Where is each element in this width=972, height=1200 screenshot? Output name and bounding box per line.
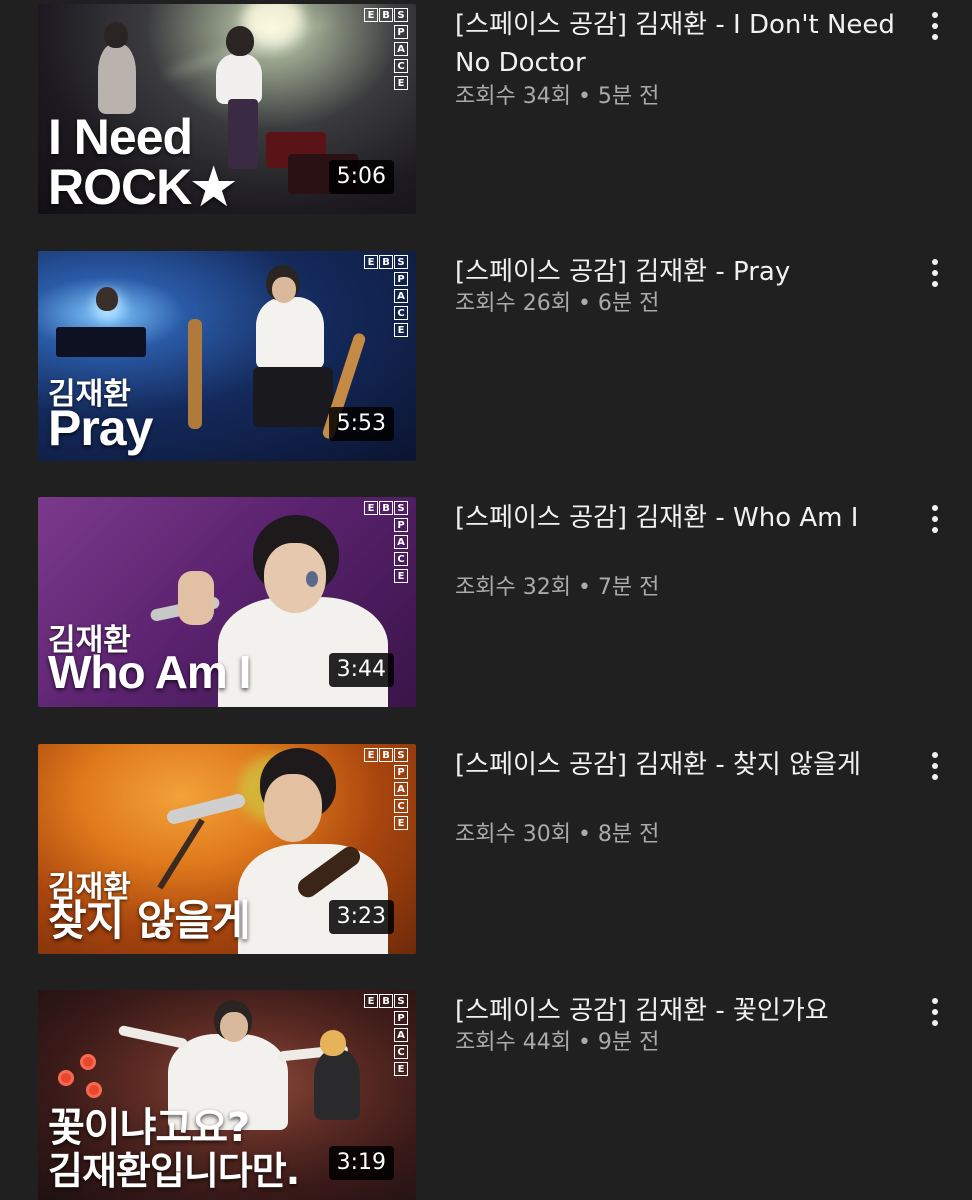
duration-badge: 3:44 bbox=[328, 653, 394, 687]
duration-badge: 3:19 bbox=[328, 1146, 394, 1180]
duration-badge: 3:23 bbox=[328, 900, 394, 934]
duration-badge: 5:06 bbox=[328, 160, 394, 194]
flower-sticker bbox=[80, 1054, 96, 1070]
video-title[interactable]: [스페이스 공감] 김재환 - 찾지 않을게 bbox=[455, 746, 895, 784]
ebs-space-logo: E B S P A C E bbox=[364, 8, 410, 90]
more-vert-icon[interactable] bbox=[922, 501, 948, 537]
ebs-space-logo: E B S P A C E bbox=[364, 994, 410, 1076]
video-meta: 조회수 34회 • 5분 전 bbox=[455, 84, 660, 109]
thumbnail-text-line1: 찾지 않을게 bbox=[48, 896, 251, 945]
video-thumbnail[interactable]: 김재환 찾지 않을게 E B S P A C E 3:23 bbox=[38, 744, 416, 954]
ebs-space-logo: E B S P A C E bbox=[364, 255, 410, 337]
thumbnail-text-line2: ROCK★ bbox=[48, 159, 236, 214]
thumbnail-text-line1: Pray bbox=[48, 400, 153, 456]
flower-sticker bbox=[58, 1070, 74, 1086]
video-meta: 조회수 26회 • 6분 전 bbox=[455, 291, 660, 316]
more-vert-icon[interactable] bbox=[922, 748, 948, 784]
thumbnail-text-line2: 김재환입니다만. bbox=[48, 1149, 300, 1193]
video-item[interactable]: 김재환 Who Am I E B S P A C E 3:44 [스페이스 공감… bbox=[0, 495, 972, 707]
video-thumbnail[interactable]: 김재환 Who Am I E B S P A C E 3:44 bbox=[38, 497, 416, 707]
more-vert-icon[interactable] bbox=[922, 255, 948, 291]
video-thumbnail[interactable]: 김재환 Pray E B S P A C E 5:53 bbox=[38, 251, 416, 461]
thumbnail-text-line1: I Need bbox=[48, 109, 193, 165]
video-meta: 조회수 44회 • 9분 전 bbox=[455, 1030, 660, 1055]
video-item[interactable]: 꽃이냐고요? 김재환입니다만. E B S P A C E 3:19 [스페이스… bbox=[0, 988, 972, 1200]
video-title[interactable]: [스페이스 공감] 김재환 - Who Am I bbox=[455, 499, 895, 537]
video-title[interactable]: [스페이스 공감] 김재환 - Pray bbox=[455, 253, 895, 291]
video-feed: I Need ROCK★ E B S P A C E 5:06 [스페이스 공감… bbox=[0, 0, 972, 1200]
thumbnail-text-line1: 꽃이냐고요? bbox=[48, 1105, 250, 1151]
duration-badge: 5:53 bbox=[328, 407, 394, 441]
video-item[interactable]: 김재환 Pray E B S P A C E 5:53 [스페이스 공감] 김재… bbox=[0, 249, 972, 461]
ebs-space-logo: E B S P A C E bbox=[364, 748, 410, 830]
video-title[interactable]: [스페이스 공감] 김재환 - I Don't Need No Doctor bbox=[455, 6, 895, 82]
thumbnail-text-line1: Who Am I bbox=[48, 646, 251, 698]
video-thumbnail[interactable]: 꽃이냐고요? 김재환입니다만. E B S P A C E 3:19 bbox=[38, 990, 416, 1200]
video-thumbnail[interactable]: I Need ROCK★ E B S P A C E 5:06 bbox=[38, 4, 416, 214]
more-vert-icon[interactable] bbox=[922, 8, 948, 44]
video-meta: 조회수 30회 • 8분 전 bbox=[455, 822, 660, 847]
more-vert-icon[interactable] bbox=[922, 994, 948, 1030]
flower-sticker bbox=[86, 1082, 102, 1098]
ebs-space-logo: E B S P A C E bbox=[364, 501, 410, 583]
video-title[interactable]: [스페이스 공감] 김재환 - 꽃인가요 bbox=[455, 992, 895, 1030]
video-meta: 조회수 32회 • 7분 전 bbox=[455, 575, 660, 600]
video-item[interactable]: 김재환 찾지 않을게 E B S P A C E 3:23 [스페이스 공감] … bbox=[0, 742, 972, 954]
video-item[interactable]: I Need ROCK★ E B S P A C E 5:06 [스페이스 공감… bbox=[0, 2, 972, 214]
